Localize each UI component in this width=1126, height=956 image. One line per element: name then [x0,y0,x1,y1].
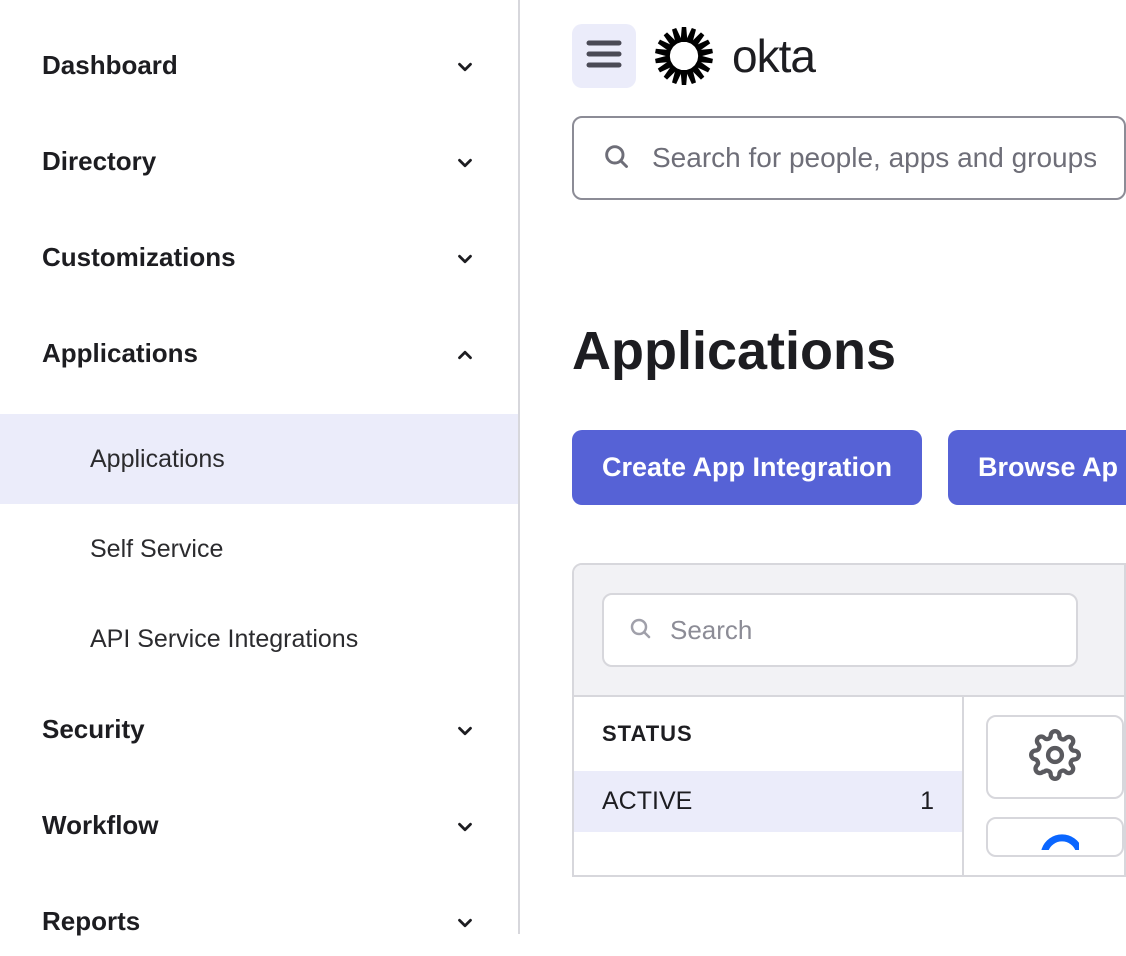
main-content: okta Applications Create App Integration… [520,0,1126,934]
sidebar-subitem-self-service[interactable]: Self Service [0,504,518,594]
sidebar-item-label: Directory [42,146,156,177]
sidebar-item-security[interactable]: Security [0,694,518,764]
sidebar-subitem-label: Self Service [90,535,223,564]
sidebar-item-label: Dashboard [42,50,178,81]
global-search[interactable] [572,116,1126,200]
topbar: okta [520,24,1126,88]
sidebar-item-applications[interactable]: Applications [0,318,518,388]
sidebar-item-dashboard[interactable]: Dashboard [0,30,518,100]
sidebar-item-label: Reports [42,906,140,937]
app-list [964,697,1124,875]
chevron-down-icon [454,814,476,836]
sidebar-item-label: Customizations [42,242,236,273]
chevron-down-icon [454,54,476,76]
sidebar-item-label: Applications [42,338,198,369]
panel-head [574,565,1124,697]
brand-name: okta [732,29,815,83]
sidebar-item-workflow[interactable]: Workflow [0,790,518,860]
sidebar-item-reports[interactable]: Reports [0,886,518,956]
sidebar-item-directory[interactable]: Directory [0,126,518,196]
chevron-up-icon [454,342,476,364]
hamburger-icon [586,40,622,73]
gear-icon [1029,729,1081,786]
logo[interactable]: okta [654,26,815,86]
sidebar-subitem-label: Applications [90,445,225,474]
status-column: STATUS ACTIVE 1 [574,697,964,875]
chevron-down-icon [454,910,476,932]
page-title: Applications [572,320,1126,382]
search-icon [628,616,652,645]
app-icon [1031,826,1079,855]
app-card[interactable] [986,817,1124,857]
sidebar-item-label: Workflow [42,810,159,841]
global-search-input[interactable] [652,142,1096,174]
sidebar-subitem-api-service-integrations[interactable]: API Service Integrations [0,594,518,684]
app-card[interactable] [986,715,1124,799]
hamburger-button[interactable] [572,24,636,88]
okta-logo-icon [654,26,714,86]
sidebar-item-label: Security [42,714,145,745]
sidebar-subitem-applications[interactable]: Applications [0,414,518,504]
chevron-down-icon [454,246,476,268]
browse-app-catalog-button[interactable]: Browse Ap [948,430,1126,505]
applications-panel: STATUS ACTIVE 1 [572,563,1126,877]
chevron-down-icon [454,150,476,172]
panel-search[interactable] [602,593,1078,667]
sidebar: Dashboard Directory Customizations Appli… [0,0,520,934]
sidebar-subitem-label: API Service Integrations [90,625,358,654]
status-label: ACTIVE [602,787,692,816]
status-count: 1 [920,787,934,816]
create-app-integration-button[interactable]: Create App Integration [572,430,922,505]
status-row-active[interactable]: ACTIVE 1 [574,771,962,832]
chevron-down-icon [454,718,476,740]
action-row: Create App Integration Browse Ap [572,430,1126,505]
status-header: STATUS [574,697,962,771]
panel-search-input[interactable] [670,615,1052,646]
panel-body: STATUS ACTIVE 1 [574,697,1124,875]
sidebar-item-customizations[interactable]: Customizations [0,222,518,292]
search-icon [602,142,630,175]
